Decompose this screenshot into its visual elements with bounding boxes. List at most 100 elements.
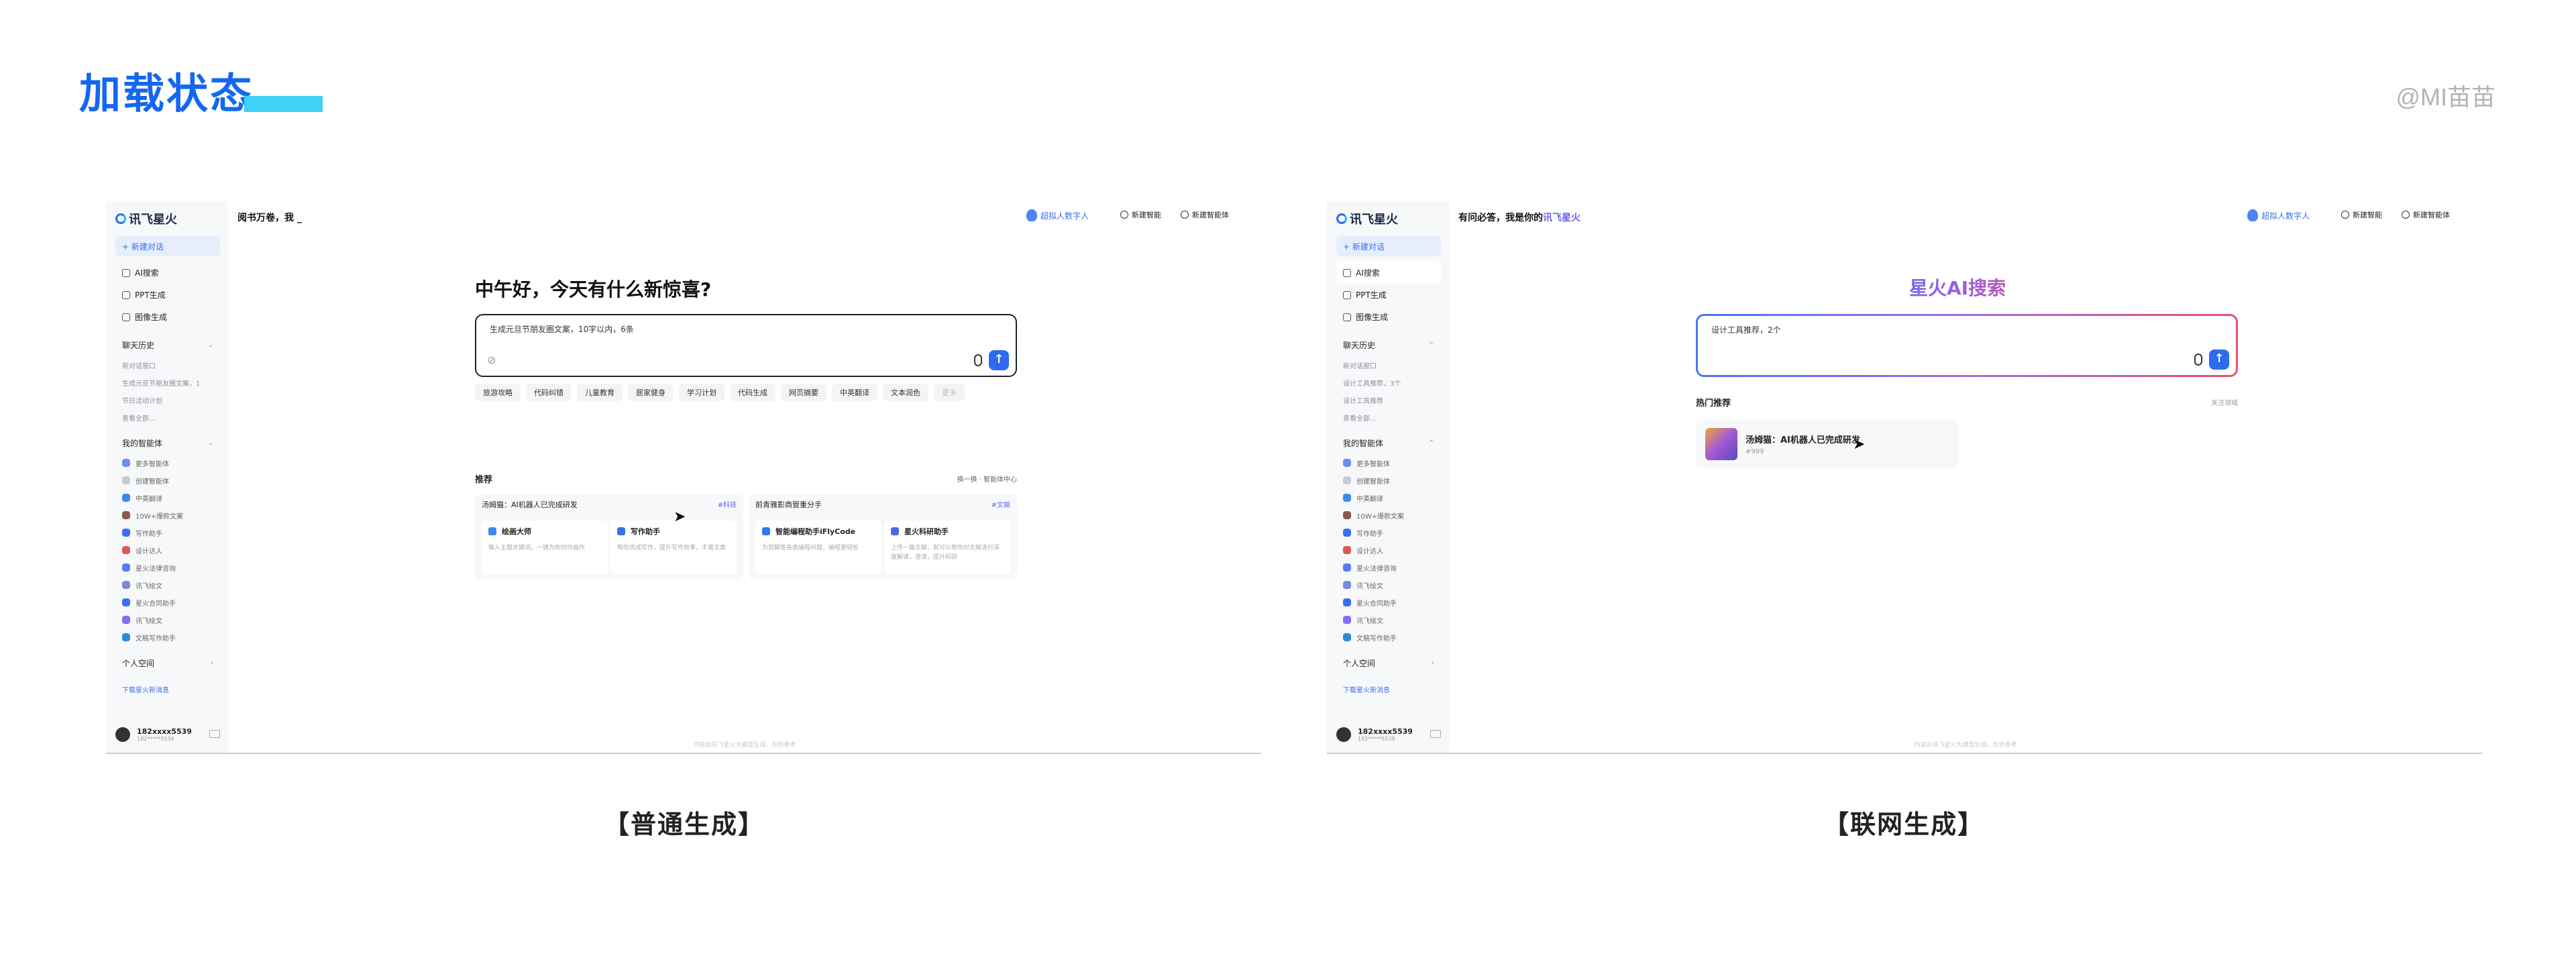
microphone-icon[interactable] [974,354,982,366]
nav-ai-search[interactable]: AI搜索 [1336,262,1441,284]
new-chat-button[interactable]: + 新建对话 [1336,236,1441,256]
hot-item[interactable]: 汤姆猫：AI机器人已完成研发 #999 [1696,420,1959,468]
history-section-header[interactable]: 聊天历史 ⌄ [115,333,220,356]
new-agent-button[interactable]: 新建智能 [1120,209,1161,220]
new-agent-button[interactable]: 新建智能 [2341,209,2382,220]
send-button[interactable]: ↑ [989,350,1009,370]
chip[interactable]: 居家健身 [628,384,674,401]
agent-item[interactable]: 设计达人 [115,541,220,559]
agent-item[interactable]: 讯飞绘文 [115,611,220,629]
personal-space[interactable]: 个人空间 › [115,651,220,674]
agent-item[interactable]: 星火合同助手 [115,594,220,611]
send-button[interactable]: ↑ [2209,350,2229,370]
new-expert-button[interactable]: 新建智能体 [2402,209,2450,220]
user-profile[interactable]: 182xxxx5539 182*****5539 [1336,727,1441,742]
disclaimer: 内容由讯飞星火大模型生成，仅供参考 [1914,742,2017,749]
card-icon[interactable] [1430,730,1441,738]
agent-item[interactable]: 中英翻译 [1336,489,1441,506]
chip[interactable]: 文本润色 [883,384,928,401]
agent-item[interactable]: 更多智能体 [115,454,220,472]
agent-item[interactable]: 更多智能体 [1336,454,1441,472]
history-item[interactable]: 新对话窗口 [1336,356,1441,374]
agent-item[interactable]: 10W+爆款文案 [1336,506,1441,524]
image-icon [1343,313,1351,321]
agent-item[interactable]: 写作助手 [1336,524,1441,541]
chip[interactable]: 代码纠错 [526,384,572,401]
history-item[interactable]: 生成元旦节朋友圈文案，1 [115,374,220,391]
recommend-refresh-link[interactable]: 换一换 · 智能体中心 [957,474,1017,484]
history-view-all[interactable]: 查看全部... [1336,409,1441,426]
history-item[interactable]: 设计工具推荐，3个 [1336,374,1441,391]
avatar [1336,727,1351,742]
nav-image[interactable]: 图像生成 [115,306,220,328]
agent-subcard[interactable]: 绘画大师 输入主题关键词，一键为你创作画作 [482,521,608,574]
nav-ai-search[interactable]: AI搜索 [115,262,220,284]
chip[interactable]: 中英翻译 [832,384,877,401]
nav-ppt[interactable]: PPT生成 [115,284,220,306]
agent-subcard[interactable]: 星火科研助手 上传一篇文献，就可以帮你对文献进行深度解读，速读，提升科研 [884,521,1010,574]
chat-input[interactable]: 生成元旦节朋友圈文案，10字以内，6条 ⊘ ↑ [475,314,1017,377]
history-view-all[interactable]: 查看全部... [115,409,220,426]
search-icon [122,268,130,277]
history-section-header[interactable]: 聊天历史 ⌃ [1336,333,1441,356]
chip[interactable]: 网页摘要 [781,384,826,401]
agent-item[interactable]: 讯飞绘文 [1336,576,1441,594]
new-chat-button[interactable]: + 新建对话 [115,236,220,256]
download-link[interactable]: 下载星火新消息 [115,678,220,700]
agent-item[interactable]: 设计达人 [1336,541,1441,559]
logo[interactable]: 讯飞星火 [1336,211,1441,227]
logo[interactable]: 讯飞星火 [115,211,220,227]
agent-item[interactable]: 创建智能体 [1336,472,1441,489]
agent-item[interactable]: 讯飞绘文 [115,576,220,594]
caption-normal: 【普通生成】 [603,810,765,839]
agent-icon [122,511,130,519]
nav-image[interactable]: 图像生成 [1336,306,1441,328]
recommend-card[interactable]: 前青雅影商管重分手 #文娱 智能编程助手iFlyCode 为您解答各类编程问题，编程… [749,494,1017,580]
agent-item[interactable]: 10W+爆款文案 [115,506,220,524]
chip[interactable]: 学习计划 [679,384,724,401]
chip[interactable]: 儿童教育 [577,384,623,401]
agent-subcard[interactable]: 写作助手 帮你完成写作，提升写作效率，丰富文章 [610,521,737,574]
history-item[interactable]: 节日活动计划 [115,391,220,409]
new-expert-button[interactable]: 新建智能体 [1181,209,1229,220]
agent-icon [1343,476,1351,484]
recommend-title: 推荐 [475,475,493,485]
more-chip[interactable]: 更多 [934,384,965,401]
recommend-card[interactable]: 汤姆猫：AI机器人已完成研发 #科技 绘画大师 输入主题关键词，一键为你创作画作 写… [475,494,743,580]
digital-human-button[interactable]: 超拟人数字人 [2247,209,2310,221]
agent-subcard[interactable]: 智能编程助手iFlyCode 为您解答各类编程问题，编程更轻松 [755,521,881,574]
history-item[interactable]: 新对话窗口 [115,356,220,374]
attachment-icon[interactable]: ⊘ [487,354,496,366]
agents-section-header[interactable]: 我的智能体 ⌄ [115,431,220,454]
agent-item[interactable]: 中英翻译 [115,489,220,506]
title-accent-bar [244,96,323,112]
digital-human-button[interactable]: 超拟人数字人 [1026,209,1089,221]
agent-icon [1343,546,1351,554]
chip[interactable]: 代码生成 [730,384,775,401]
microphone-icon[interactable] [2194,354,2202,366]
agent-item[interactable]: 星火合同助手 [1336,594,1441,611]
agent-item[interactable]: 创建智能体 [115,472,220,489]
download-link[interactable]: 下载星火新消息 [1336,678,1441,700]
personal-space[interactable]: 个人空间 › [1336,651,1441,674]
card-icon[interactable] [209,730,220,738]
history-item[interactable]: 设计工具推荐 [1336,391,1441,409]
agent-item[interactable]: 文稿写作助手 [1336,629,1441,646]
chat-input-text[interactable]: 生成元旦节朋友圈文案，10字以内，6条 [490,323,634,335]
agent-item[interactable]: 讯飞绘文 [1336,611,1441,629]
history-icon [1181,211,1189,219]
refresh-icon [1120,211,1128,219]
mouse-cursor-icon: ➤ [674,508,686,525]
chip[interactable]: 旅游攻略 [475,384,521,401]
agent-item[interactable]: 写作助手 [115,524,220,541]
agents-section-header[interactable]: 我的智能体 ⌃ [1336,431,1441,454]
nav-ppt[interactable]: PPT生成 [1336,284,1441,306]
user-profile[interactable]: 182xxxx5539 182*****5539 [115,727,220,742]
topbar: 阅书万卷，我 _ 超拟人数字人 新建智能 新建智能体 [228,201,1261,232]
agent-item[interactable]: 星火法律咨询 [115,559,220,576]
agent-item[interactable]: 星火法律咨询 [1336,559,1441,576]
agent-item[interactable]: 文稿写作助手 [115,629,220,646]
search-input-text[interactable]: 设计工具推荐，2个 [1711,324,1781,335]
search-input[interactable]: 设计工具推荐，2个 ↑ [1696,314,2238,377]
follow-domain-link[interactable]: 关注领域 [2211,397,2238,407]
